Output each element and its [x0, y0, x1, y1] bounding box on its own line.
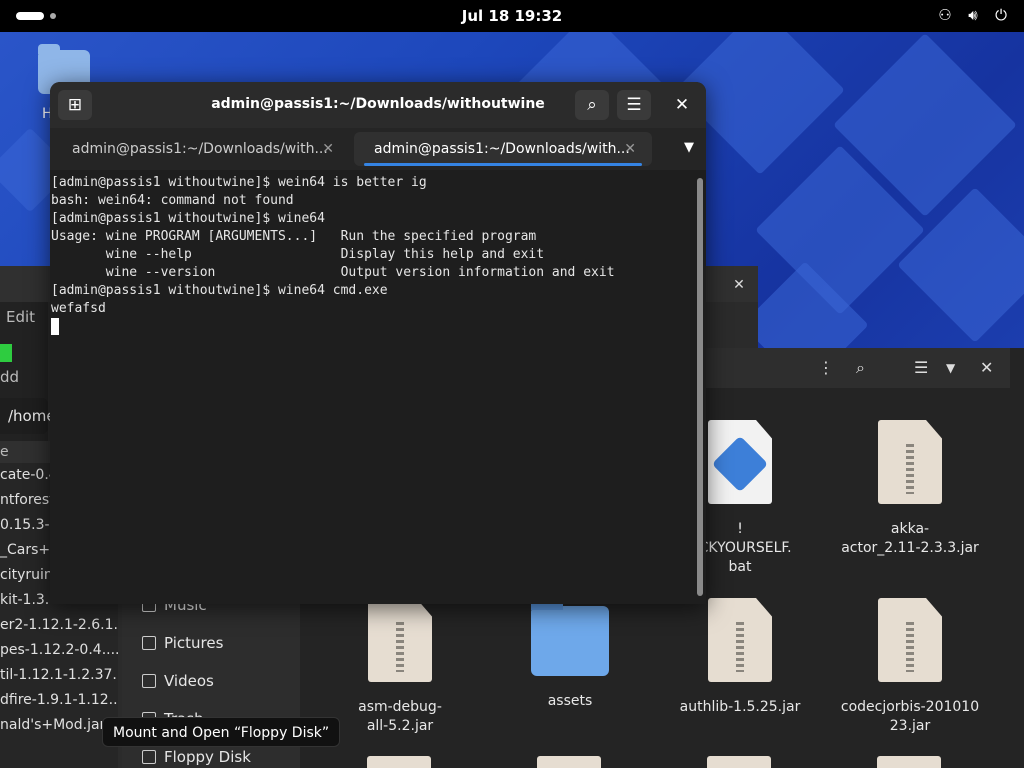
file-name: asm-debug- all-5.2.jar	[358, 699, 442, 734]
list-item[interactable]: til-1.12.1-1.2.37....	[0, 663, 118, 688]
file-item-jar[interactable]: asm-debug- all-5.2.jar	[325, 598, 475, 736]
terminal-line: [admin@passis1 withoutwine]$ wein64 is b…	[51, 175, 427, 190]
terminal-tab[interactable]: admin@passis1:~/Downloads/with... ✕	[52, 132, 350, 166]
search-folder-icon[interactable]: ⌕	[856, 358, 865, 378]
tab-bar: admin@passis1:~/Downloads/with... ✕ admi…	[50, 128, 706, 170]
archive-file-icon[interactable]	[367, 756, 431, 768]
close-tab-icon[interactable]: ✕	[322, 132, 334, 166]
scrollbar[interactable]	[696, 174, 704, 600]
close-button[interactable]: ✕	[665, 90, 699, 120]
file-item-jar[interactable]: codecjorbis-201010 23.jar	[835, 598, 985, 736]
file-name: authlib-1.5.25.jar	[679, 699, 801, 715]
add-icon[interactable]	[0, 344, 12, 362]
menu-edit[interactable]: Edit	[6, 308, 35, 326]
terminal-line: wine --help Display this help and exit	[51, 247, 545, 262]
terminal-headerbar: ⊞ admin@passis1:~/Downloads/withoutwine …	[50, 82, 706, 128]
sidebar-item-videos[interactable]: Videos	[122, 662, 300, 700]
clock[interactable]: Jul 18 19:32	[0, 7, 1024, 25]
tab-label: admin@passis1:~/Downloads/with...	[72, 141, 328, 157]
file-manager-menu: Edit dd	[0, 302, 48, 462]
sidebar-item-label: Pictures	[164, 634, 224, 652]
terminal-line: bash: wein64: command not found	[51, 193, 294, 208]
power-icon[interactable]: ⏻	[992, 6, 1010, 24]
archive-file-icon	[878, 598, 942, 682]
archive-file-icon[interactable]	[877, 756, 941, 768]
file-name: codecjorbis-201010 23.jar	[840, 699, 980, 734]
close-icon[interactable]: ✕	[728, 274, 750, 296]
terminal-line: [admin@passis1 withoutwine]$ wine64	[51, 211, 325, 226]
file-name: akka- actor_2.11-2.3.3.jar	[841, 521, 979, 556]
archive-file-icon	[708, 598, 772, 682]
file-item-jar[interactable]: authlib-1.5.25.jar	[665, 598, 815, 717]
more-options-icon[interactable]: ⋮	[818, 358, 834, 377]
menu-button[interactable]: ☰	[617, 90, 651, 120]
list-item[interactable]: er2-1.12.1-2.6.1.	[0, 613, 118, 638]
list-item[interactable]: nald's+Mod.jar	[0, 713, 118, 738]
tab-label: admin@passis1:~/Downloads/with...	[374, 141, 630, 157]
archive-file-icon[interactable]	[537, 756, 601, 768]
archive-file-icon	[878, 420, 942, 504]
pictures-icon	[142, 636, 156, 650]
active-tab-indicator	[364, 163, 642, 166]
add-label: dd	[0, 368, 20, 386]
top-bar: Jul 18 19:32 ⚇ 🔊︎ ⏻	[0, 0, 1024, 32]
sidebar-item-pictures[interactable]: Pictures	[122, 624, 300, 662]
videos-icon	[142, 674, 156, 688]
text-cursor	[51, 318, 59, 335]
script-file-icon	[708, 420, 772, 504]
list-item[interactable]: pes-1.12.2-0.4....	[0, 638, 118, 663]
volume-icon[interactable]: 🔊︎	[964, 6, 982, 24]
network-icon[interactable]: ⚇	[936, 6, 954, 24]
list-item[interactable]: dfire-1.9.1-1.12....	[0, 688, 118, 713]
file-manager-toolbar: ⋮ ⌕ ☰ ▼ ✕	[706, 348, 1010, 388]
terminal-tab-active[interactable]: admin@passis1:~/Downloads/with... ✕	[354, 132, 652, 166]
file-item-folder[interactable]: assets	[495, 598, 645, 711]
terminal-line: wefafsd	[51, 301, 106, 316]
file-name: assets	[547, 693, 593, 709]
system-tray[interactable]: ⚇ 🔊︎ ⏻	[936, 6, 1010, 24]
terminal-line: [admin@passis1 withoutwine]$ wine64 cmd.…	[51, 283, 388, 298]
file-item-jar[interactable]: akka- actor_2.11-2.3.3.jar	[835, 420, 985, 558]
terminal-window: ⊞ admin@passis1:~/Downloads/withoutwine …	[50, 82, 706, 604]
terminal-line: wine --version Output version informatio…	[51, 265, 615, 280]
archive-file-icon	[368, 598, 432, 682]
terminal-output[interactable]: [admin@passis1 withoutwine]$ wein64 is b…	[50, 170, 694, 604]
terminal-line: Usage: wine PROGRAM [ARGUMENTS...] Run t…	[51, 229, 537, 244]
sidebar-item-label: Videos	[164, 672, 214, 690]
folder-icon	[531, 598, 609, 676]
close-icon[interactable]: ✕	[980, 358, 993, 377]
view-options-dropdown-icon[interactable]: ▼	[946, 361, 955, 375]
path-bar[interactable]: /home	[0, 398, 56, 434]
tooltip: Mount and Open “Floppy Disk”	[102, 717, 341, 747]
archive-file-icon[interactable]	[707, 756, 771, 768]
floppy-icon	[142, 750, 156, 764]
list-view-icon[interactable]: ☰	[914, 358, 928, 377]
search-button[interactable]: ⌕	[575, 90, 609, 120]
close-tab-icon[interactable]: ✕	[624, 132, 636, 166]
tabs-dropdown-icon[interactable]: ▼	[684, 140, 694, 155]
